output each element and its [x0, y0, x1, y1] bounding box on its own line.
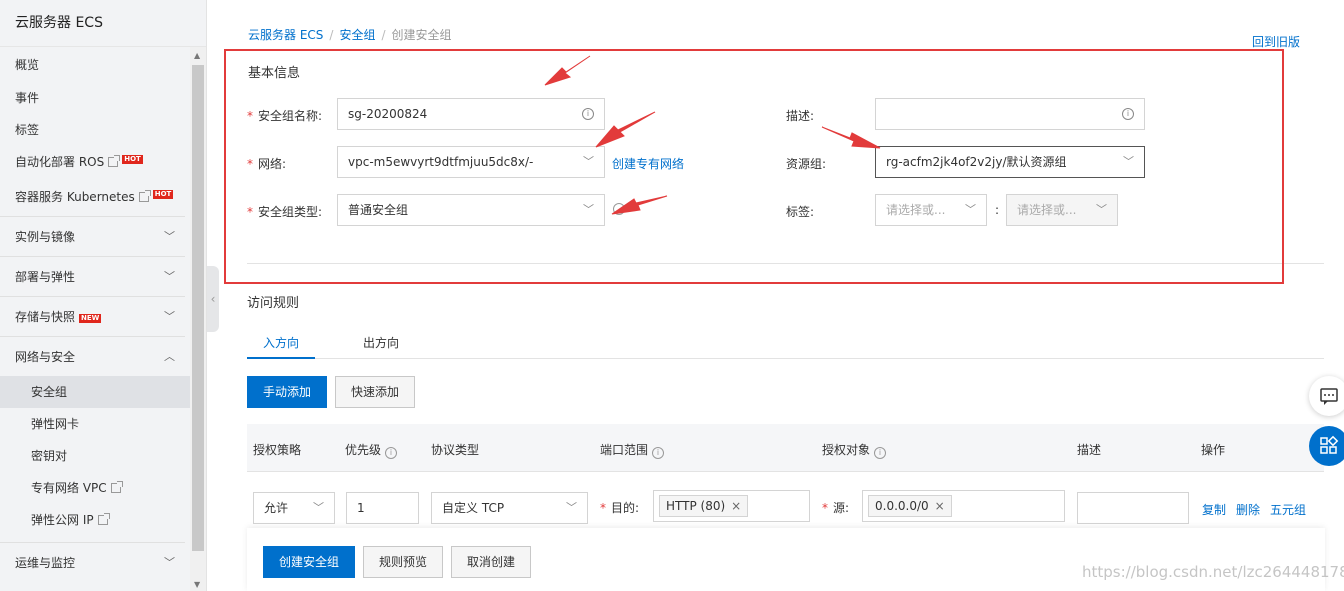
sidebar-item-security-group[interactable]: 安全组 [0, 376, 190, 408]
sidebar-group-network[interactable]: 网络与安全 ︿ [0, 336, 185, 376]
external-link-icon [108, 155, 121, 167]
source-input[interactable]: 0.0.0.0/0 × [862, 490, 1065, 522]
sidebar: 云服务器 ECS 概览 事件 标签 自动化部署 ROS HOT 容器服务 Kube… [0, 0, 207, 591]
breadcrumb-current: 创建安全组 [391, 28, 452, 42]
sidebar-group-instances[interactable]: 实例与镜像 ﹀ [0, 216, 185, 256]
scroll-up-icon[interactable]: ▲ [194, 51, 200, 60]
chevron-down-icon: ﹀ [164, 310, 175, 323]
external-link-icon [97, 513, 110, 525]
sidebar-group-deploy[interactable]: 部署与弹性 ﹀ [0, 256, 185, 296]
port-tag[interactable]: HTTP (80) × [659, 495, 749, 517]
sidebar-item-overview[interactable]: 概览 [0, 48, 206, 82]
breadcrumb-ecs[interactable]: 云服务器 ECS [248, 28, 323, 42]
sidebar-item-kubernetes[interactable]: 容器服务 Kubernetes HOT [0, 178, 206, 216]
scrollbar-thumb[interactable] [192, 65, 204, 551]
breadcrumb-separator: / [329, 28, 334, 42]
breadcrumb: 云服务器 ECS / 安全组 / 创建安全组 [248, 26, 452, 43]
rule-description-input[interactable] [1077, 492, 1189, 524]
manual-add-button[interactable]: 手动添加 [247, 376, 327, 408]
breadcrumb-separator: / [381, 28, 386, 42]
sidebar-group-storage[interactable]: 存储与快照 NEW ﹀ [0, 296, 185, 336]
col-actions: 操作 [1201, 443, 1226, 457]
new-badge: NEW [79, 314, 102, 323]
sidebar-item-keypair[interactable]: 密钥对 [0, 440, 206, 472]
rule-preview-button[interactable]: 规则预览 [363, 546, 443, 578]
watermark: https://blog.csdn.net/lzc2644481789 [1082, 563, 1344, 581]
chevron-down-icon: ﹀ [164, 230, 175, 243]
quick-add-button[interactable]: 快速添加 [335, 376, 415, 408]
protocol-select[interactable]: 自定义 TCP ﹀ [431, 492, 588, 524]
active-tab-indicator [247, 357, 315, 359]
sidebar-item-tags[interactable]: 标签 [0, 114, 206, 146]
col-auth-object: 授权对象 i [822, 441, 887, 459]
chat-icon [1320, 388, 1338, 405]
source-label: * 源: [822, 501, 850, 515]
hot-badge: HOT [122, 155, 143, 164]
chevron-down-icon: ﹀ [164, 270, 175, 283]
sidebar-collapse-handle[interactable]: ‹ [207, 266, 219, 332]
priority-input[interactable]: 1 [346, 492, 419, 524]
chat-button[interactable] [1309, 376, 1344, 416]
sidebar-scrollbar[interactable]: ▲ ▼ [190, 47, 206, 591]
col-protocol: 协议类型 [431, 443, 480, 457]
source-tag[interactable]: 0.0.0.0/0 × [868, 495, 952, 517]
chevron-down-icon: ﹀ [313, 501, 324, 514]
destination-label: * 目的: [600, 501, 640, 515]
cancel-create-button[interactable]: 取消创建 [451, 546, 531, 578]
col-port-range: 端口范围 i [600, 441, 665, 459]
scroll-down-icon[interactable]: ▼ [194, 580, 200, 589]
footer-bar: 创建安全组 规则预览 取消创建 [247, 528, 1325, 591]
col-description: 描述 [1077, 443, 1102, 457]
hot-badge: HOT [152, 190, 174, 199]
chevron-left-icon: ‹ [210, 292, 216, 306]
five-tuple-link[interactable]: 五元组 [1270, 501, 1306, 518]
sidebar-title: 云服务器 ECS [0, 0, 206, 47]
copy-rule-link[interactable]: 复制 [1202, 501, 1226, 518]
info-icon: i [652, 447, 665, 459]
port-range-input[interactable]: HTTP (80) × [653, 490, 810, 522]
info-icon: i [385, 447, 398, 459]
sidebar-item-eni[interactable]: 弹性网卡 [0, 408, 206, 440]
sidebar-item-ros[interactable]: 自动化部署 ROS HOT [0, 146, 206, 178]
apps-grid-icon [1320, 435, 1339, 454]
rules-table-header: 授权策略 优先级 i 协议类型 端口范围 i 授权对象 i 描述 操作 [247, 424, 1324, 472]
delete-rule-link[interactable]: 删除 [1236, 501, 1260, 518]
col-priority: 优先级 i [345, 441, 398, 459]
tab-inbound[interactable]: 入方向 [263, 334, 299, 351]
chevron-down-icon: ﹀ [164, 556, 175, 569]
chevron-down-icon: ﹀ [566, 501, 577, 514]
create-security-group-button[interactable]: 创建安全组 [263, 546, 355, 578]
info-icon: i [874, 447, 887, 459]
annotation-box [224, 49, 1284, 284]
tab-outbound[interactable]: 出方向 [363, 334, 399, 351]
breadcrumb-security-group[interactable]: 安全组 [339, 28, 375, 42]
back-to-old-version-link[interactable]: 回到旧版 [1252, 33, 1300, 50]
sidebar-item-vpc[interactable]: 专有网络 VPC [0, 472, 206, 504]
policy-select[interactable]: 允许 ﹀ [253, 492, 335, 524]
col-policy: 授权策略 [253, 443, 302, 457]
close-icon[interactable]: × [731, 499, 741, 513]
tabs-divider [247, 358, 1324, 359]
external-link-icon [138, 190, 151, 202]
external-link-icon [110, 481, 123, 493]
close-icon[interactable]: × [935, 499, 945, 513]
access-rules-title: 访问规则 [247, 296, 300, 311]
sidebar-item-eip[interactable]: 弹性公网 IP [0, 504, 206, 542]
apps-button[interactable] [1309, 426, 1344, 466]
sidebar-group-ops[interactable]: 运维与监控 ﹀ [0, 542, 185, 582]
chevron-up-icon: ︿ [164, 350, 175, 363]
sidebar-item-events[interactable]: 事件 [0, 82, 206, 114]
